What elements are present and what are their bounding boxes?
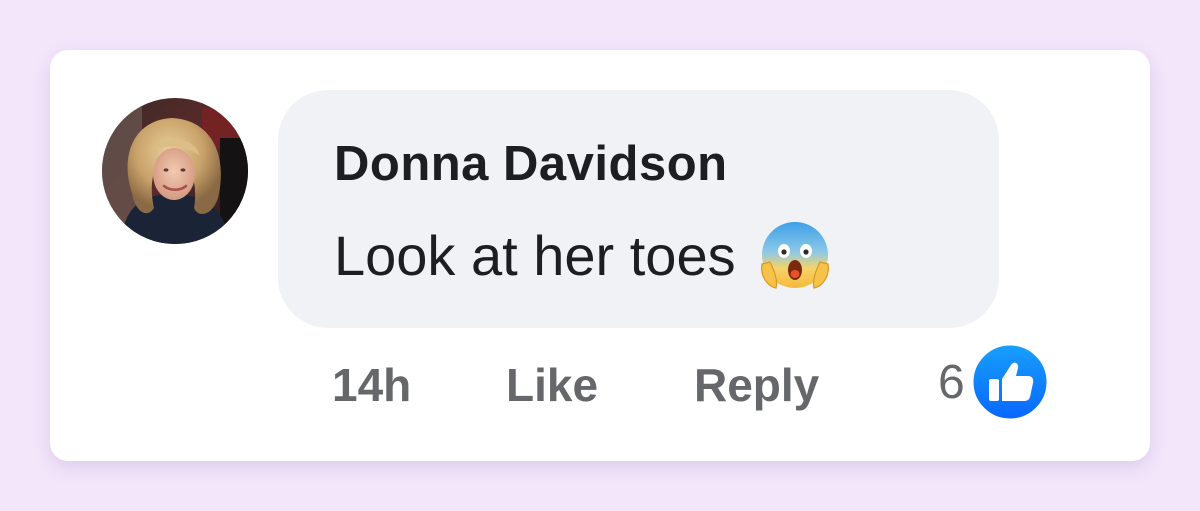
face-screaming-in-fear-icon xyxy=(758,218,832,292)
comment-text-row: Look at her toes xyxy=(334,218,832,292)
avatar[interactable] xyxy=(102,98,248,244)
comment-bubble: Donna Davidson Look at her toes xyxy=(278,90,999,328)
reply-button[interactable]: Reply xyxy=(694,358,819,412)
comment-card: Donna Davidson Look at her toes 14h Like… xyxy=(50,50,1150,461)
comment-text: Look at her toes xyxy=(334,223,736,287)
reaction-count: 6 xyxy=(938,355,965,409)
comment-author[interactable]: Donna Davidson xyxy=(334,136,728,192)
reaction-summary[interactable]: 6 xyxy=(938,340,1051,424)
like-reaction-icon xyxy=(970,342,1050,422)
like-button[interactable]: Like xyxy=(506,358,598,412)
comment-timestamp[interactable]: 14h xyxy=(332,358,411,412)
avatar-photo xyxy=(102,98,248,244)
